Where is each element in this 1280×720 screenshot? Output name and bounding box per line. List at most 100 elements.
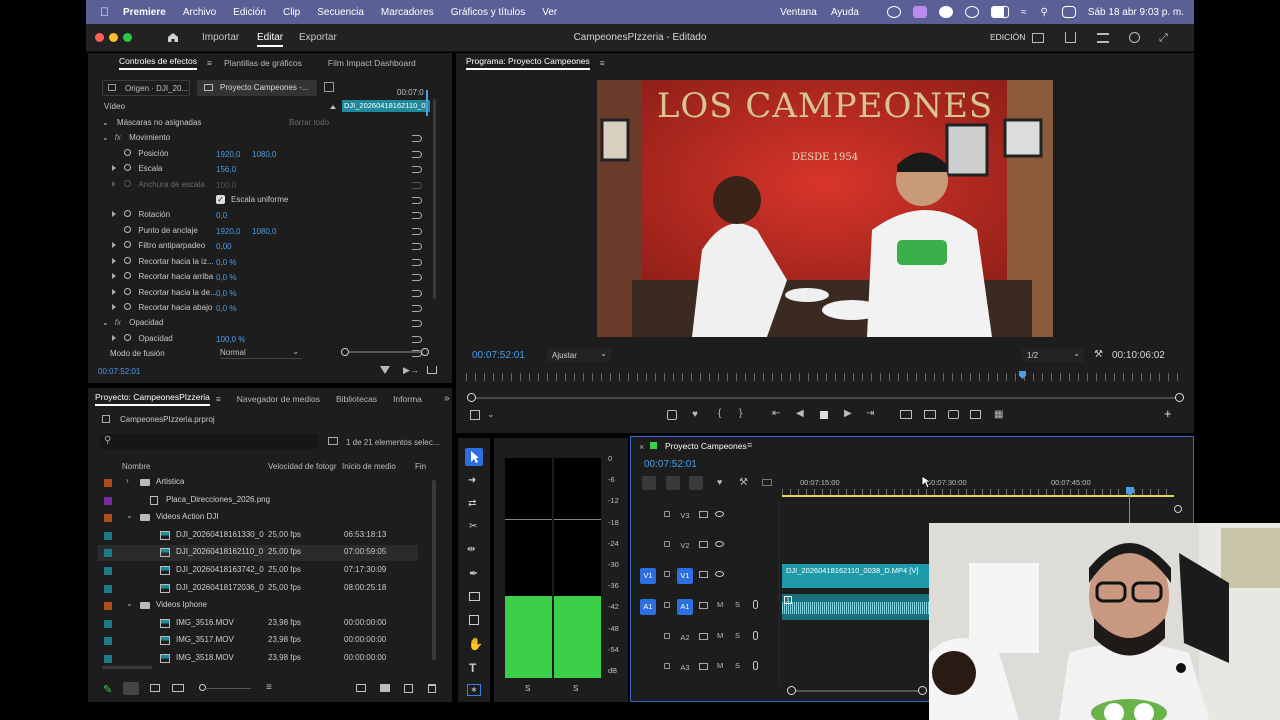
- menu-secuencia[interactable]: Secuencia: [317, 7, 364, 18]
- new-item-icon[interactable]: [404, 684, 413, 693]
- tab-menu-icon[interactable]: ≡: [207, 58, 212, 68]
- hand-tool-icon[interactable]: ✋: [468, 637, 483, 651]
- project-item-row[interactable]: DJI_20260418172036_0 25,00 fps 08:00:25:18: [98, 581, 418, 597]
- stopwatch-icon[interactable]: [124, 164, 132, 171]
- eye-icon[interactable]: [715, 511, 724, 517]
- source-patch-a1[interactable]: A1: [640, 599, 656, 615]
- solo-button[interactable]: S: [735, 600, 740, 609]
- opacity-section-row[interactable]: ⌄ fx Opacidad: [102, 318, 163, 327]
- timeline-settings-icon[interactable]: ⚒: [739, 477, 748, 488]
- lock-icon[interactable]: [664, 633, 670, 639]
- cc-icon[interactable]: [965, 6, 979, 18]
- status-icon-2[interactable]: [913, 6, 927, 18]
- automate-icon[interactable]: [356, 684, 366, 692]
- position-y-value[interactable]: 1080,0: [252, 150, 276, 159]
- step-forward-icon[interactable]: ▶: [844, 408, 852, 419]
- play-audio-icon[interactable]: ▶→: [403, 365, 419, 376]
- reset-crop-left-icon[interactable]: [412, 259, 422, 266]
- source-patch-v1[interactable]: V1: [640, 568, 656, 584]
- folder-icon[interactable]: [380, 684, 390, 692]
- project-item-row[interactable]: DJI_20260418163742_0 25,00 fps 07:17:30:09: [98, 563, 418, 579]
- project-menu-icon[interactable]: ≡: [216, 394, 221, 404]
- comparison-icon[interactable]: [970, 410, 981, 419]
- column-end[interactable]: Fin: [415, 462, 426, 471]
- label-color-swatch[interactable]: [104, 514, 112, 523]
- vr-icon[interactable]: ▦: [994, 409, 1003, 420]
- reset-anchor-icon[interactable]: [412, 228, 422, 235]
- reset-rotation-icon[interactable]: [412, 212, 422, 219]
- eye-icon[interactable]: [715, 571, 724, 577]
- mini-clip[interactable]: DJI_20260418162110_0: [342, 100, 430, 112]
- project-hscrollbar[interactable]: [102, 666, 152, 669]
- label-color-swatch[interactable]: [104, 619, 112, 628]
- twirl-open-icon[interactable]: ⌄: [126, 511, 133, 520]
- mic-icon[interactable]: [753, 600, 758, 609]
- rotation-value[interactable]: 0,0: [216, 211, 227, 220]
- anchor-x-value[interactable]: 1920,0: [216, 227, 240, 236]
- meter-channel-left[interactable]: S: [525, 684, 530, 693]
- zoom-handle-right[interactable]: [1175, 393, 1184, 402]
- twirl-closed-icon[interactable]: ›: [126, 476, 129, 485]
- zoom-slider-handle[interactable]: [199, 684, 206, 691]
- crop-top-value[interactable]: 0,0 %: [216, 273, 236, 282]
- chevron-down-icon[interactable]: ⌄: [487, 409, 495, 420]
- twirl-open-icon[interactable]: ⌄: [102, 118, 109, 127]
- menu-edicion[interactable]: Edición: [233, 7, 266, 18]
- nest-icon[interactable]: [642, 476, 656, 490]
- project-scrollbar[interactable]: [432, 480, 436, 660]
- pencil-icon[interactable]: ✎: [103, 683, 112, 696]
- eye-icon[interactable]: [715, 541, 724, 547]
- zoom-handle-right[interactable]: [918, 686, 927, 695]
- menu-clip[interactable]: Clip: [283, 7, 300, 18]
- timeline-zoom-bar[interactable]: [791, 690, 921, 692]
- video-frame[interactable]: LOS CAMPEONES DESDE 1954: [597, 80, 1053, 337]
- reset-crop-right-icon[interactable]: [412, 290, 422, 297]
- track-target-a2[interactable]: A2: [677, 630, 693, 646]
- clear-all-button[interactable]: Borrar todo: [289, 118, 329, 127]
- mic-icon[interactable]: [753, 661, 758, 670]
- zoom-handle-left[interactable]: [467, 393, 476, 402]
- anchor-y-value[interactable]: 1080,0: [252, 227, 276, 236]
- antiflicker-value[interactable]: 0,00: [216, 242, 232, 251]
- mute-button[interactable]: M: [717, 661, 723, 670]
- go-to-out-icon[interactable]: ⇥: [866, 408, 874, 419]
- sync-lock-icon[interactable]: [699, 511, 708, 518]
- collapse-up-icon[interactable]: [330, 105, 336, 109]
- filter-icon[interactable]: [380, 366, 390, 374]
- label-color-swatch[interactable]: [104, 655, 112, 663]
- program-ruler[interactable]: [466, 373, 1184, 381]
- new-bin-icon[interactable]: [328, 437, 338, 445]
- label-color-swatch[interactable]: [104, 531, 112, 540]
- overwrite-icon[interactable]: [924, 410, 936, 419]
- frame-tool-icon[interactable]: [469, 615, 479, 625]
- reset-crop-top-icon[interactable]: [412, 274, 422, 281]
- fit-select[interactable]: Ajustar ⌄: [547, 348, 611, 362]
- label-color-swatch[interactable]: [104, 567, 112, 575]
- wifi-icon[interactable]: ≈: [1021, 7, 1027, 18]
- list-view-icon[interactable]: [123, 682, 139, 695]
- audio-icon[interactable]: [939, 6, 953, 18]
- mask-row[interactable]: ⌄ Máscaras no asignadas: [102, 118, 201, 127]
- scale-value[interactable]: 156,0: [216, 165, 236, 174]
- motion-row[interactable]: ⌄ fx Movimiento: [102, 133, 170, 142]
- menu-ayuda[interactable]: Ayuda: [831, 7, 859, 18]
- menu-ver[interactable]: Ver: [542, 7, 557, 18]
- timeline-timecode[interactable]: 00:07:52:01: [644, 459, 697, 470]
- export-icon[interactable]: [427, 366, 437, 374]
- menu-ventana[interactable]: Ventana: [780, 7, 817, 18]
- tab-graphics-templates[interactable]: Plantillas de gráficos: [224, 58, 302, 68]
- track-target-v3[interactable]: V3: [677, 508, 693, 524]
- mute-button[interactable]: M: [717, 631, 723, 640]
- reset-scale-icon[interactable]: [412, 166, 422, 173]
- fullscreen-icon[interactable]: ⤢: [1159, 32, 1168, 45]
- crop-left-value[interactable]: 0,0 %: [216, 258, 236, 267]
- program-menu-icon[interactable]: ≡: [600, 58, 605, 68]
- audio-clip[interactable]: 1: [782, 594, 930, 620]
- share-icon[interactable]: [1065, 32, 1076, 43]
- track-target-v1[interactable]: V1: [677, 568, 693, 584]
- safe-margins-icon[interactable]: [470, 410, 480, 420]
- step-back-icon[interactable]: ◀: [796, 408, 804, 419]
- mark-out-icon[interactable]: }: [739, 408, 742, 419]
- label-color-swatch[interactable]: [104, 602, 112, 611]
- lift-icon[interactable]: [667, 410, 677, 420]
